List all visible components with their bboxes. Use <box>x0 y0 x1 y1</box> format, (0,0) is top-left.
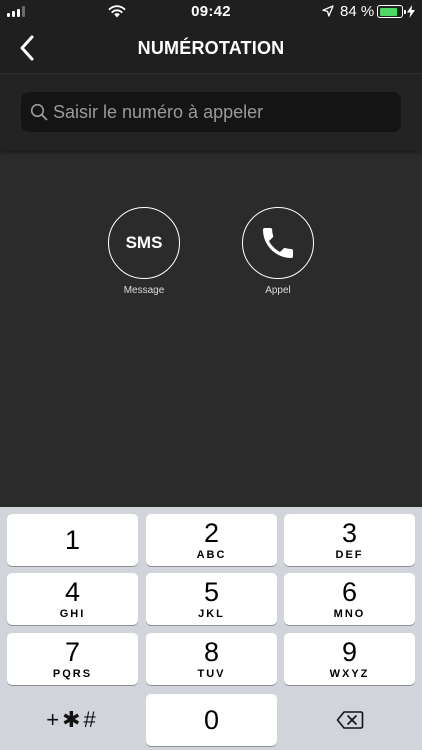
status-bar: 09:42 84 % <box>0 0 422 24</box>
search-area <box>0 73 422 151</box>
nav-bar: NUMÉROTATION <box>0 24 422 73</box>
key-letters: WXYZ <box>329 667 370 680</box>
phone-icon <box>263 228 293 258</box>
key-letters: DEF <box>335 548 364 561</box>
key-digit: 4 <box>64 576 81 607</box>
call-label: Appel <box>265 285 291 296</box>
symbols-label: +✱# <box>46 707 99 732</box>
battery-percent: 84 % <box>340 3 375 20</box>
key-3[interactable]: 3 DEF <box>284 514 415 566</box>
key-letters: JKL <box>198 607 225 620</box>
numeric-keypad: 1 2 ABC 3 DEF 4 GHI 5 JKL 6 MNO 7 PQRS 8… <box>0 507 422 750</box>
key-letters: MNO <box>333 607 366 620</box>
key-letters: PQRS <box>52 667 93 680</box>
key-digit: 1 <box>64 525 81 555</box>
key-digit: 7 <box>64 636 81 667</box>
sms-action[interactable]: SMS Message <box>108 207 180 296</box>
backspace-icon <box>336 711 363 729</box>
key-0[interactable]: 0 <box>146 694 277 746</box>
key-7[interactable]: 7 PQRS <box>7 633 138 685</box>
key-digit: 6 <box>341 576 358 607</box>
key-8[interactable]: 8 TUV <box>146 633 277 685</box>
key-9[interactable]: 9 WXYZ <box>284 633 415 685</box>
key-digit: 9 <box>341 636 358 667</box>
search-box[interactable] <box>21 92 401 132</box>
key-letters: ABC <box>196 548 227 561</box>
call-button[interactable] <box>242 207 314 279</box>
key-1[interactable]: 1 <box>7 514 138 566</box>
key-5[interactable]: 5 JKL <box>146 573 277 625</box>
battery-icon <box>377 5 406 18</box>
charging-bolt-icon <box>407 5 415 18</box>
page-title: NUMÉROTATION <box>137 38 285 58</box>
key-letters: TUV <box>197 667 226 680</box>
phone-number-input[interactable] <box>53 92 393 132</box>
delete-key[interactable] <box>284 694 415 746</box>
call-action[interactable]: Appel <box>242 207 314 296</box>
sms-label: Message <box>123 285 165 296</box>
key-letters: GHI <box>59 607 86 620</box>
key-digit: 5 <box>203 576 220 607</box>
key-2[interactable]: 2 ABC <box>146 514 277 566</box>
key-digit: 3 <box>341 517 358 548</box>
key-6[interactable]: 6 MNO <box>284 573 415 625</box>
sms-button[interactable]: SMS <box>108 207 180 279</box>
location-arrow-icon <box>322 5 334 17</box>
key-digit: 2 <box>203 517 220 548</box>
key-4[interactable]: 4 GHI <box>7 573 138 625</box>
sms-button-text: SMS <box>125 233 163 252</box>
symbols-key[interactable]: +✱# <box>7 694 138 746</box>
key-digit: 8 <box>203 636 220 667</box>
search-icon <box>30 103 48 121</box>
key-digit: 0 <box>203 705 220 735</box>
